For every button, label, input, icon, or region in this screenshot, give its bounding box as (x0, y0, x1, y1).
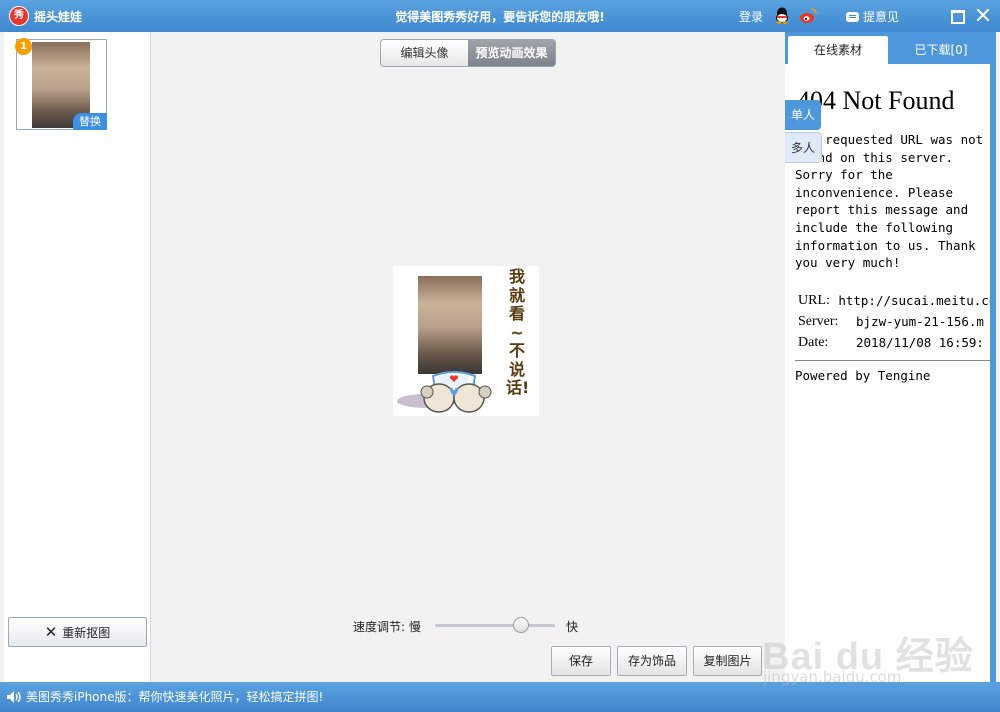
bobblehead-preview: 我就看~不说话! (393, 266, 539, 416)
right-panel-border (990, 64, 996, 682)
maximize-icon[interactable] (951, 10, 965, 24)
info-key: URL: (798, 292, 830, 308)
tab-online-materials[interactable]: 在线素材 (788, 36, 888, 64)
left-panel: 1 替换 ✕ 重新抠图 (4, 32, 151, 682)
info-key: Date: (798, 334, 829, 350)
material-tabbar: 在线素材 已下载[0] (785, 32, 996, 64)
save-button[interactable]: 保存 (551, 646, 611, 676)
material-panel: 在线素材 已下载[0] 404 Not Found The requested … (785, 32, 996, 682)
feedback-button[interactable]: 提意见 (846, 8, 899, 25)
close-icon[interactable] (974, 6, 992, 24)
chat-bubble-icon (846, 12, 859, 22)
tab-edit-head[interactable]: 编辑头像 (381, 40, 468, 66)
not-found-message: The requested URL was not found on this … (795, 132, 984, 271)
speed-label: 速度调节: 慢 (353, 620, 421, 634)
info-key: Server: (798, 313, 839, 329)
qq-icon[interactable] (774, 7, 790, 24)
doll-body-icon (420, 371, 492, 413)
not-found-info-table: URL: http://sucai.meitu.com/1.html Serve… (795, 290, 990, 353)
speed-slider-track[interactable] (435, 624, 555, 627)
info-value: 2018/11/08 16:59: (856, 334, 984, 350)
side-tab-multi[interactable]: 多人 (785, 132, 822, 163)
title-bar: 秀 摇头娃娃 觉得美图秀秀好用，要告诉您的朋友哦! 登录 提意见 (0, 0, 1000, 32)
preview-caption: 我就看~不说话! (506, 267, 530, 397)
preview-head-photo (418, 276, 482, 374)
info-value: bjzw-yum-21-156.m (856, 313, 984, 329)
side-tab-single[interactable]: 单人 (785, 100, 821, 130)
baidu-watermark-url: jingyan.baidu.com (763, 668, 902, 686)
thumbnail-index-badge: 1 (15, 38, 32, 55)
tab-downloaded[interactable]: 已下载[0] (891, 36, 991, 64)
recut-label: 重新抠图 (62, 626, 111, 640)
head-thumbnail[interactable]: 1 替换 (15, 38, 107, 130)
not-found-page: 404 Not Found The requested URL was not … (795, 76, 990, 678)
info-row-server: Server: bjzw-yum-21-156.m (795, 311, 990, 332)
status-bar: 美图秀秀iPhone版：帮你快速美化照片，轻松搞定拼图! (0, 682, 1000, 712)
status-message[interactable]: 美图秀秀iPhone版：帮你快速美化照片，轻松搞定拼图! (26, 688, 323, 705)
feedback-label: 提意见 (863, 10, 900, 24)
copy-image-button[interactable]: 复制图片 (693, 646, 762, 676)
speed-fast-label: 快 (566, 620, 579, 634)
app-title: 摇头娃娃 (34, 10, 83, 24)
not-found-footer: Powered by Tengine (795, 367, 931, 383)
not-found-heading: 404 Not Found (797, 86, 955, 115)
info-row-url: URL: http://sucai.meitu.com/1.html (795, 290, 990, 311)
replace-button[interactable]: 替换 (73, 113, 107, 130)
speaker-icon (7, 691, 21, 703)
tab-preview-animation[interactable]: 预览动画效果 (468, 40, 555, 66)
cross-icon: ✕ (44, 623, 58, 641)
view-mode-tabs: 编辑头像 预览动画效果 (380, 39, 556, 67)
slogan-text[interactable]: 觉得美图秀秀好用，要告诉您的朋友哦! (395, 10, 604, 24)
info-value: http://sucai.meitu.com/1.html (838, 292, 990, 308)
info-row-date: Date: 2018/11/08 16:59: (795, 332, 990, 353)
divider (795, 359, 990, 361)
app-logo-icon: 秀 (9, 6, 29, 26)
login-link[interactable]: 登录 (739, 8, 763, 25)
speed-slider-thumb[interactable] (513, 617, 530, 633)
save-as-ornament-button[interactable]: 存为饰品 (617, 646, 687, 676)
recut-button[interactable]: ✕ 重新抠图 (8, 617, 147, 647)
preview-area: 编辑头像 预览动画效果 我就看~不说话! 速度调节: 慢 快 保存 存为饰品 复… (151, 32, 784, 682)
weibo-icon[interactable] (799, 7, 817, 24)
